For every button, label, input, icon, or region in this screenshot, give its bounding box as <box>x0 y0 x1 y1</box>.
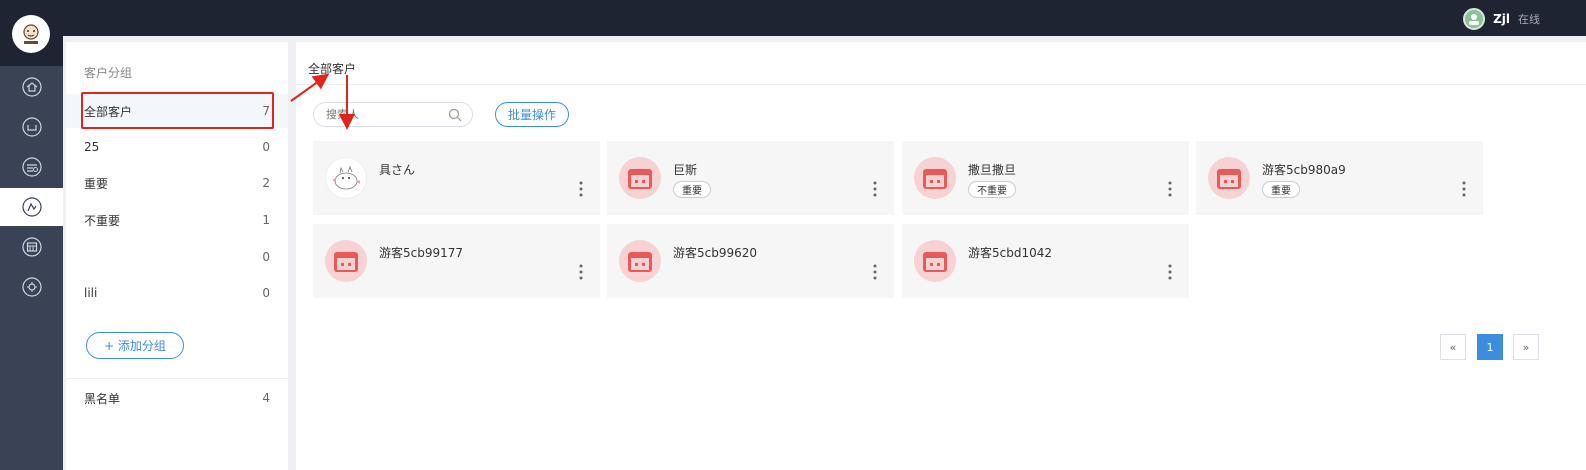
settings-icon <box>21 277 42 297</box>
calendar-icon <box>21 157 42 177</box>
group-label: 黑名单 <box>84 391 121 406</box>
group-count: 7 <box>262 104 270 118</box>
customer-card[interactable]: 游客5cb980a9 重要 <box>1196 141 1483 215</box>
customer-avatar <box>325 157 367 199</box>
divider <box>66 378 288 379</box>
customer-name: 具さん <box>379 163 416 177</box>
side-nav <box>0 0 63 470</box>
customer-avatar <box>914 240 956 282</box>
pagination-prev[interactable]: « <box>1440 334 1466 360</box>
form-icon <box>21 237 42 257</box>
group-label: 不重要 <box>84 213 121 228</box>
group-panel: 客户分组 全部客户 7 25 0 重要 2 不重要 1 0 lili 0 + 添… <box>66 42 288 470</box>
guest-avatar-icon <box>628 169 652 189</box>
group-panel-title: 客户分组 <box>84 66 133 80</box>
customer-tag: 重要 <box>1262 181 1300 198</box>
chat-icon <box>21 117 42 137</box>
guest-avatar-icon <box>628 252 652 272</box>
group-count: 0 <box>262 250 270 264</box>
more-icon[interactable] <box>1462 181 1466 197</box>
nav-chat[interactable] <box>0 108 63 146</box>
user-menu[interactable]: Zjl 在线 <box>1463 8 1540 30</box>
top-bar: Zjl 在线 <box>0 0 1586 36</box>
customer-avatar <box>619 240 661 282</box>
group-count: 0 <box>262 140 270 154</box>
customer-tag: 不重要 <box>968 181 1016 198</box>
group-count: 0 <box>262 286 270 300</box>
nav-home[interactable] <box>0 68 63 106</box>
group-item[interactable]: lili 0 <box>66 276 288 310</box>
logo[interactable] <box>12 15 50 53</box>
customer-card[interactable]: 巨斯 重要 <box>607 141 894 215</box>
search-icon[interactable] <box>448 108 462 122</box>
customer-avatar <box>619 157 661 199</box>
breadcrumb: 全部客户 <box>308 62 357 76</box>
customer-avatar <box>1208 157 1250 199</box>
customer-name: 撒旦撒旦 <box>968 163 1017 177</box>
customer-avatar <box>914 157 956 199</box>
group-item-blacklist[interactable]: 黑名单 4 <box>66 381 288 415</box>
more-icon[interactable] <box>1168 181 1172 197</box>
more-icon[interactable] <box>1168 264 1172 280</box>
guest-avatar-icon <box>334 252 358 272</box>
nav-settings[interactable] <box>0 268 63 306</box>
add-group-button[interactable]: + 添加分组 <box>86 332 184 359</box>
user-name: Zjl <box>1493 12 1510 26</box>
group-count: 1 <box>262 213 270 227</box>
search-input[interactable] <box>326 108 446 121</box>
group-count: 2 <box>262 176 270 190</box>
guest-avatar-icon <box>923 169 947 189</box>
more-icon[interactable] <box>873 181 877 197</box>
nav-form[interactable] <box>0 228 63 266</box>
more-icon[interactable] <box>579 181 583 197</box>
group-item[interactable]: 25 0 <box>66 130 288 164</box>
customer-name: 巨斯 <box>673 163 698 177</box>
group-label: lili <box>84 286 98 300</box>
group-count: 4 <box>262 391 270 405</box>
group-item[interactable]: 不重要 1 <box>66 203 288 237</box>
customer-card[interactable]: 游客5cb99620 <box>607 224 894 298</box>
customer-name: 游客5cb980a9 <box>1262 163 1346 177</box>
customer-tag: 重要 <box>673 181 711 198</box>
batch-operation-button[interactable]: 批量操作 <box>495 102 569 127</box>
group-label: 25 <box>84 140 100 154</box>
customer-name: 游客5cb99620 <box>673 246 758 260</box>
customer-card[interactable]: 游客5cb99177 <box>313 224 600 298</box>
group-label: 重要 <box>84 176 109 191</box>
customer-content: 全部客户 批量操作 具さん 巨斯 重要 <box>296 42 1586 470</box>
customers-icon <box>21 197 42 217</box>
divider <box>296 84 1586 85</box>
moomin-avatar-icon <box>332 165 360 190</box>
customer-name: 游客5cbd1042 <box>968 246 1053 260</box>
pagination-page[interactable]: 1 <box>1477 334 1503 360</box>
customer-card[interactable]: 撒旦撒旦 不重要 <box>902 141 1189 215</box>
group-item-all[interactable]: 全部客户 7 <box>66 94 288 128</box>
customer-card[interactable]: 具さん <box>313 141 600 215</box>
more-icon[interactable] <box>579 264 583 280</box>
guest-avatar-icon <box>923 252 947 272</box>
search-box[interactable] <box>313 102 473 127</box>
avatar-icon <box>1469 14 1480 25</box>
customer-card[interactable]: 游客5cbd1042 <box>902 224 1189 298</box>
user-avatar[interactable] <box>1463 8 1486 30</box>
group-item[interactable]: 重要 2 <box>66 166 288 200</box>
user-status: 在线 <box>1518 13 1540 26</box>
nav-calendar[interactable] <box>0 148 63 186</box>
more-icon[interactable] <box>873 264 877 280</box>
pagination-next[interactable]: » <box>1513 334 1539 360</box>
main-area: 客户分组 全部客户 7 25 0 重要 2 不重要 1 0 lili 0 + 添… <box>63 36 1586 470</box>
nav-customers[interactable] <box>0 188 63 226</box>
group-item[interactable]: 0 <box>66 240 288 274</box>
customer-avatar <box>325 240 367 282</box>
group-label: 全部客户 <box>84 104 133 119</box>
home-icon <box>21 77 42 97</box>
logo-icon <box>23 24 39 44</box>
guest-avatar-icon <box>1217 169 1241 189</box>
customer-name: 游客5cb99177 <box>379 246 464 260</box>
